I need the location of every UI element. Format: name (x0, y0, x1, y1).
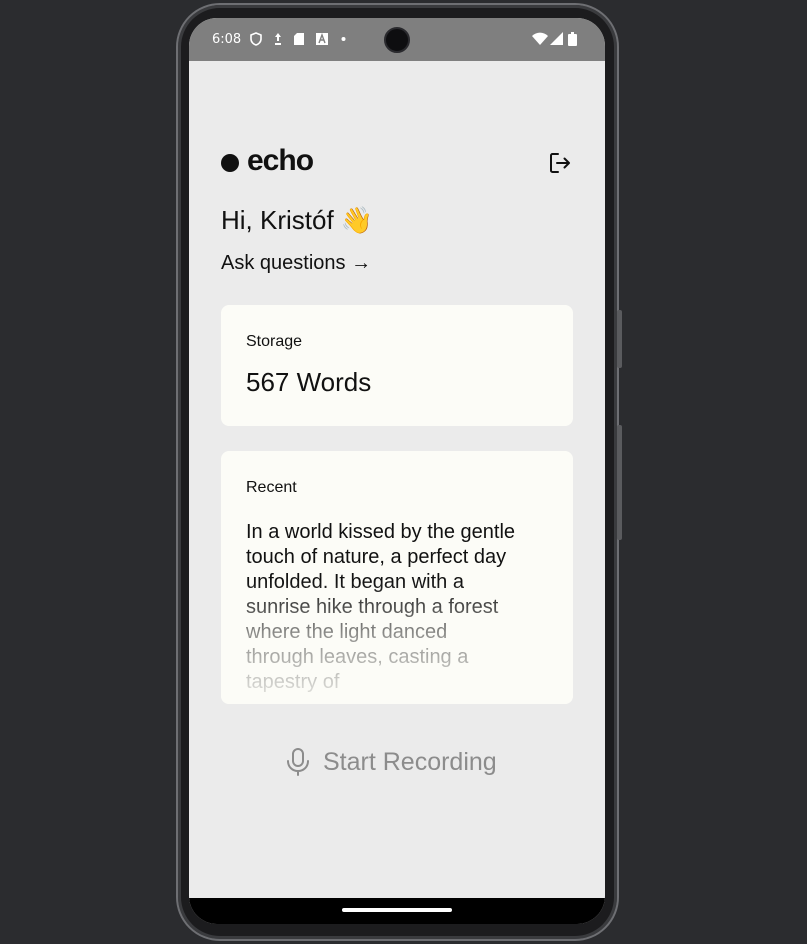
logout-button[interactable] (547, 150, 573, 176)
recent-card[interactable]: Recent In a world kissed by the gentle t… (221, 451, 573, 704)
home-gesture-bar[interactable] (342, 908, 452, 912)
recent-transcript-text: In a world kissed by the gentle touch of… (246, 521, 516, 693)
dot-icon (341, 32, 346, 46)
front-camera (384, 27, 410, 53)
status-bar: 6:08 (189, 18, 605, 61)
volume-button (617, 310, 622, 368)
sd-card-icon (293, 32, 305, 46)
app-screen: 6:08 echo Hi, Kristóf 👋 Ask questions → … (189, 18, 605, 924)
power-button (617, 425, 622, 540)
navigation-bar (189, 898, 605, 924)
ask-questions-link[interactable]: Ask questions → (221, 252, 371, 275)
logo-dot-icon (221, 154, 239, 172)
storage-label: Storage (246, 333, 303, 350)
microphone-icon (287, 748, 309, 776)
recent-label: Recent (246, 479, 297, 496)
a-icon (316, 32, 328, 46)
greeting-heading: Hi, Kristóf 👋 (221, 205, 374, 235)
logo-text: echo (247, 144, 314, 177)
start-recording-label: Start Recording (323, 747, 497, 776)
logout-icon (550, 153, 570, 173)
hand-icon (273, 32, 283, 46)
signal-icon (550, 32, 564, 46)
app-logo: echo (221, 144, 314, 178)
status-time: 6:08 (212, 32, 242, 47)
storage-card: Storage 567 Words (221, 305, 573, 426)
storage-value: 567 Words (246, 367, 372, 397)
battery-icon (568, 32, 577, 46)
start-recording-button[interactable]: Start Recording (285, 742, 497, 782)
shield-icon (250, 32, 262, 46)
wifi-icon (532, 32, 548, 46)
